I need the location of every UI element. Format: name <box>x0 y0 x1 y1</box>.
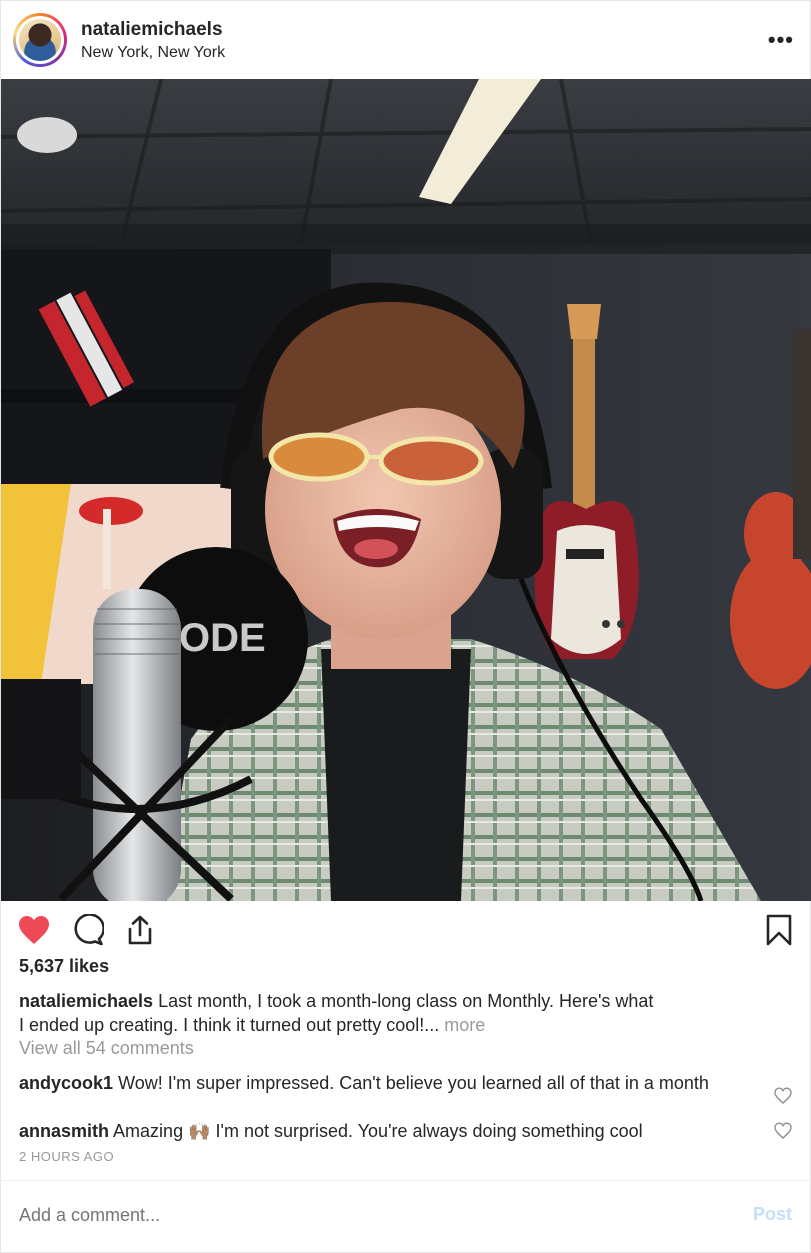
share-button[interactable] <box>123 913 157 947</box>
comment-like-heart-icon[interactable] <box>774 1087 792 1105</box>
post-header: nataliemichaels New York, New York ••• <box>1 1 811 79</box>
comment-bubble-icon <box>74 914 104 946</box>
caption-more-link[interactable]: more <box>444 1015 485 1035</box>
share-icon <box>128 915 152 945</box>
bookmark-icon <box>766 914 792 946</box>
caption-line-2: I ended up creating. I think it turned o… <box>19 1015 440 1035</box>
comment-username[interactable]: andycook1 <box>19 1073 113 1093</box>
comment-text: Wow! I'm super impressed. Can't believe … <box>118 1073 709 1093</box>
post-comment-button[interactable]: Post <box>753 1204 792 1225</box>
comment-like-heart-icon[interactable] <box>774 1122 792 1140</box>
action-bar <box>1 901 811 957</box>
author-info: nataliemichaels New York, New York <box>81 18 225 63</box>
instagram-post: nataliemichaels New York, New York ••• O… <box>0 0 811 1253</box>
post-caption: nataliemichaels Last month, I took a mon… <box>19 989 799 1037</box>
avatar-image <box>16 16 64 64</box>
add-comment-input[interactable] <box>19 1201 719 1229</box>
mic-brand-label: ODE <box>179 616 266 660</box>
heart-filled-icon <box>19 916 49 944</box>
comment-item: andycook1 Wow! I'm super impressed. Can'… <box>19 1071 749 1095</box>
comment-username[interactable]: annasmith <box>19 1121 109 1141</box>
photo-illustration: ODE <box>1 79 811 901</box>
author-username[interactable]: nataliemichaels <box>81 18 225 42</box>
post-location[interactable]: New York, New York <box>81 43 225 63</box>
comment-button[interactable] <box>71 913 105 947</box>
comment-item: annasmith Amazing 🙌🏽 I'm not surprised. … <box>19 1119 749 1143</box>
save-button[interactable] <box>762 913 796 947</box>
caption-line-1: Last month, I took a month-long class on… <box>158 991 654 1011</box>
comment-text: Amazing <box>113 1121 184 1141</box>
raised-hands-emoji: 🙌🏽 <box>188 1121 211 1141</box>
view-all-comments-link[interactable]: View all 54 comments <box>19 1036 194 1060</box>
like-button[interactable] <box>17 913 51 947</box>
likes-count[interactable]: 5,637 likes <box>19 954 109 978</box>
comment-text: I'm not surprised. You're always doing s… <box>215 1121 643 1141</box>
more-dots-icon[interactable]: ••• <box>768 29 794 51</box>
divider <box>1 1180 811 1181</box>
avatar[interactable] <box>13 13 67 67</box>
post-timestamp[interactable]: 2 HOURS AGO <box>19 1149 114 1165</box>
post-photo[interactable]: ODE <box>1 79 811 901</box>
caption-username[interactable]: nataliemichaels <box>19 991 153 1011</box>
